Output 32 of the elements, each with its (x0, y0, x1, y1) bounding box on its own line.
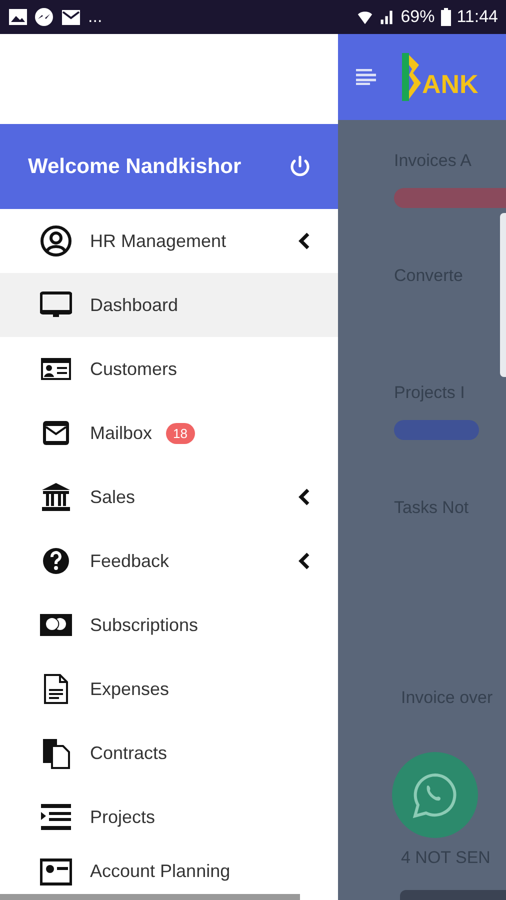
person-icon (40, 225, 72, 257)
documents-icon (40, 737, 72, 769)
battery-percentage: 69% (400, 7, 435, 27)
menu-item[interactable]: Sales (0, 465, 338, 529)
battery-icon (440, 8, 451, 26)
welcome-text: Welcome Nandkishor (28, 154, 242, 178)
list-icon (40, 801, 72, 833)
menu-item[interactable]: Customers (0, 337, 338, 401)
logo-mark-icon (400, 51, 424, 103)
signal-icon (378, 9, 395, 25)
menu-item[interactable]: Mailbox 18 (0, 401, 338, 465)
menu-item[interactable]: HR Management (0, 209, 338, 273)
more-notifications-text: ... (88, 7, 102, 27)
menu-item[interactable]: Feedback (0, 529, 338, 593)
menu-item[interactable]: Account Planning (0, 849, 338, 894)
bank-icon (40, 481, 72, 513)
menu-item[interactable]: Expenses (0, 657, 338, 721)
mail-icon (60, 8, 82, 26)
menu-item[interactable]: Subscriptions (0, 593, 338, 657)
logo-text: ANK (422, 71, 478, 97)
contact-card-icon (40, 856, 72, 888)
menu-item[interactable]: Dashboard (0, 273, 338, 337)
menu-item[interactable]: Projects (0, 785, 338, 849)
menu-icon[interactable] (356, 69, 376, 85)
gallery-icon (8, 8, 28, 26)
messenger-icon (34, 7, 54, 27)
count-badge: 18 (166, 422, 194, 444)
menu-item[interactable]: Contracts (0, 721, 338, 785)
wifi-icon (356, 9, 373, 25)
power-icon[interactable] (288, 154, 312, 178)
question-icon (40, 545, 72, 577)
clock-time: 11:44 (456, 7, 498, 27)
